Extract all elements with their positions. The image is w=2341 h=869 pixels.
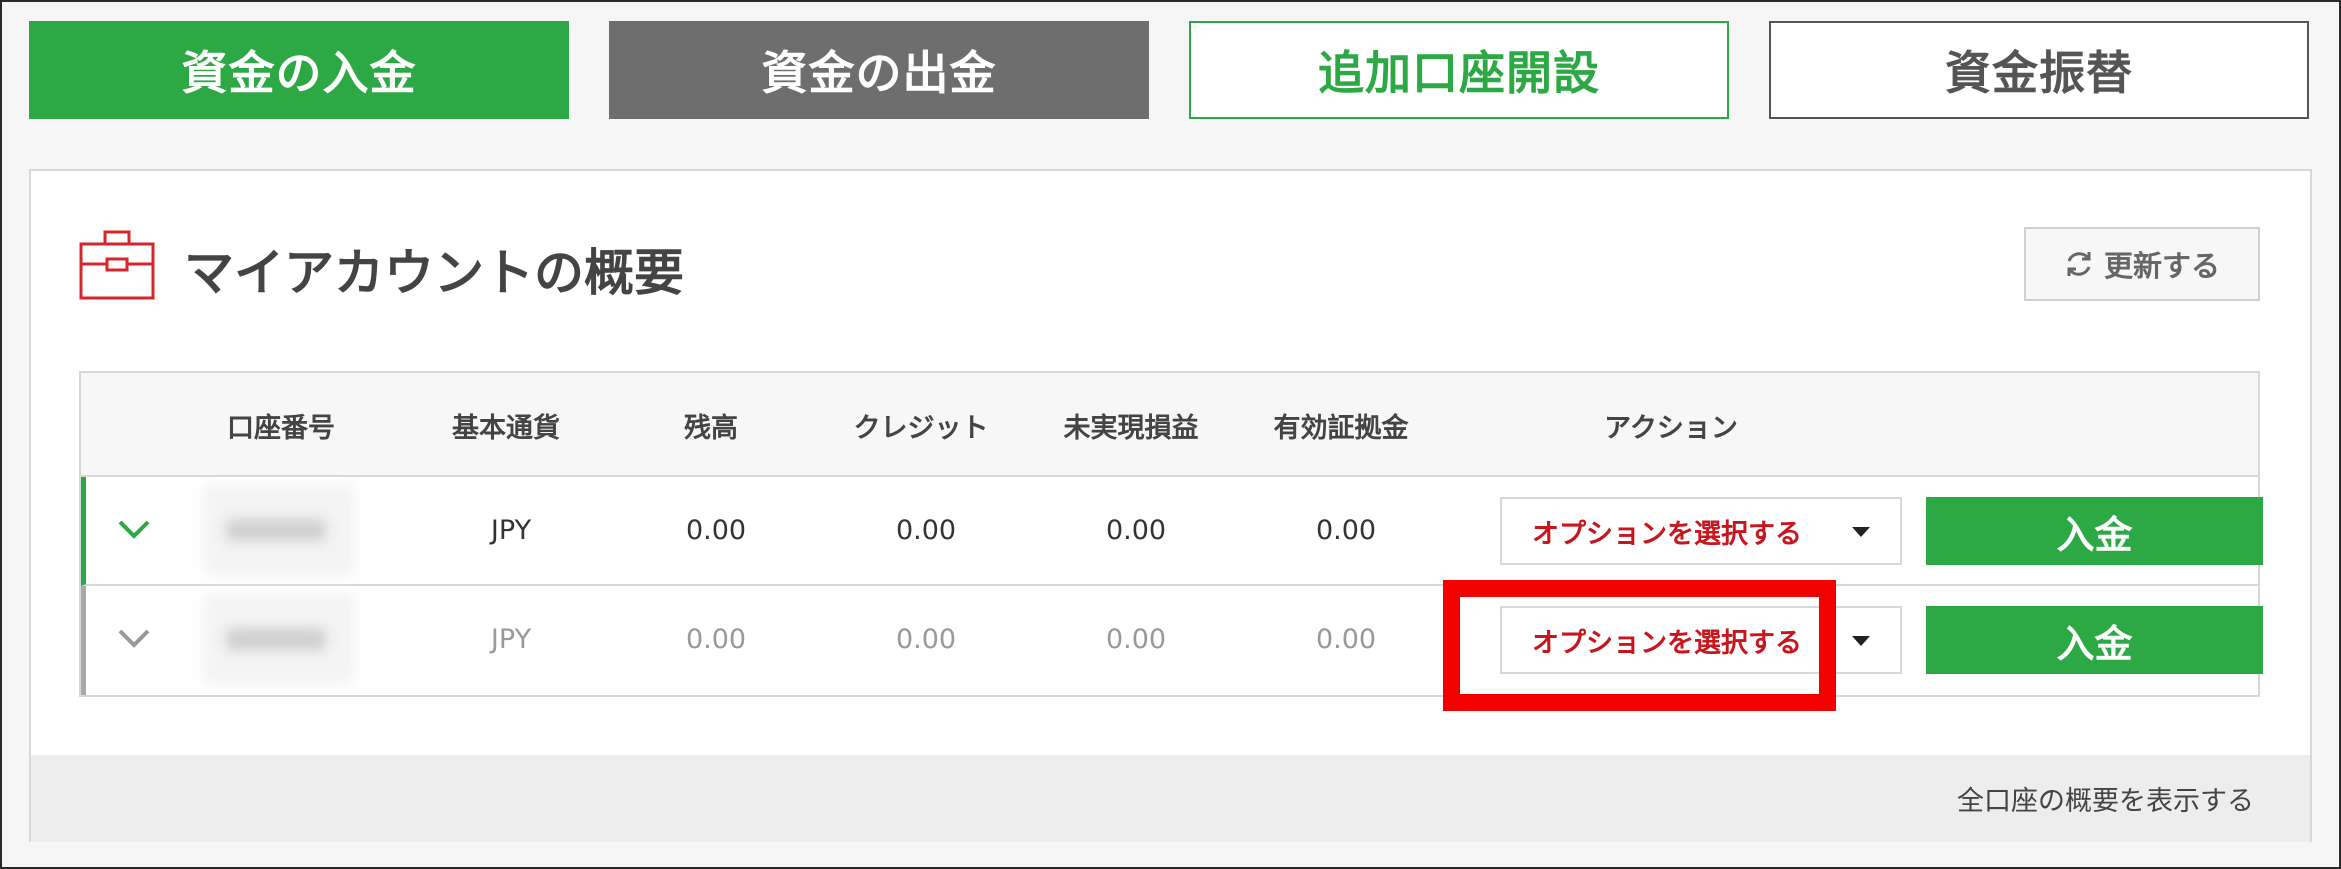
table-header: 口座番号 基本通貨 残高 クレジット 未実現損益 有効証拠金 アクション [81,373,2258,477]
withdraw-funds-button[interactable]: 資金の出金 [609,21,1149,119]
dropdown-caret-icon [1852,527,1870,537]
page-title: マイアカウントの概要 [184,244,684,302]
cell-currency: JPY [490,515,532,546]
cell-balance: 0.00 [685,515,747,546]
table-row: JPY 0.00 0.00 0.00 0.00 オプションを選択する 入金 [81,477,2263,586]
header-equity: 有効証拠金 [1273,412,1409,444]
account-number-redacted [204,485,354,575]
account-number-redacted [204,594,354,684]
table-row: JPY 0.00 0.00 0.00 0.00 オプションを選択する 入金 [81,586,2263,695]
transfer-funds-button[interactable]: 資金振替 [1769,21,2309,119]
header-account-number: 口座番号 [227,412,335,444]
cell-balance: 0.00 [685,624,747,655]
deposit-funds-button[interactable]: 資金の入金 [29,21,569,119]
cell-unrealized-pnl: 0.00 [1105,515,1167,546]
header-balance: 残高 [684,412,738,444]
refresh-button[interactable]: 更新する [2024,227,2260,301]
screenshot-frame: 資金の入金 資金の出金 追加口座開設 資金振替 マイアカウントの概要 更新する … [0,0,2341,869]
cell-equity: 0.00 [1315,624,1377,655]
panel-footer: 全口座の概要を表示する [31,755,2310,842]
view-all-accounts-link[interactable]: 全口座の概要を表示する [1957,779,2254,818]
action-select[interactable]: オプションを選択する [1500,497,1902,565]
header-base-currency: 基本通貨 [452,412,560,444]
cell-credit: 0.00 [895,624,957,655]
cell-credit: 0.00 [895,515,957,546]
cell-unrealized-pnl: 0.00 [1105,624,1167,655]
header-action: アクション [1604,412,1738,444]
row-deposit-button[interactable]: 入金 [1926,606,2263,674]
dropdown-caret-icon [1852,636,1870,646]
refresh-icon [2067,252,2091,276]
refresh-label: 更新する [2103,249,2220,283]
account-overview-panel: マイアカウントの概要 更新する 口座番号 基本通貨 残高 クレジット 未実現損益… [29,169,2312,842]
header-unrealized-pnl: 未実現損益 [1063,412,1199,444]
cell-currency: JPY [490,624,532,655]
open-additional-account-button[interactable]: 追加口座開設 [1189,21,1729,119]
chevron-down-icon[interactable] [117,626,151,650]
cell-equity: 0.00 [1315,515,1377,546]
row-deposit-button[interactable]: 入金 [1926,497,2263,565]
accounts-table: 口座番号 基本通貨 残高 クレジット 未実現損益 有効証拠金 アクション JPY… [79,371,2263,697]
header-credit: クレジット [853,412,989,444]
chevron-down-icon[interactable] [117,517,151,541]
action-select-value: オプションを選択する [1532,518,1802,550]
briefcase-icon [79,230,155,300]
highlight-annotation-box [1443,580,1836,711]
